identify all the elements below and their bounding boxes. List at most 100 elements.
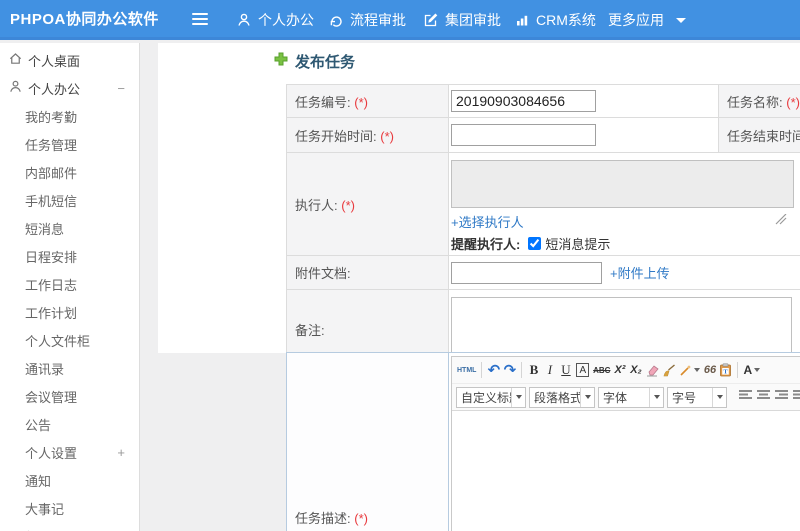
editor-toolbar-row2: 自定义标题 段落格式 字体 字号 [452,384,800,411]
custom-title-dropdown[interactable]: 自定义标题 [456,386,526,408]
editor-toolbar-row1: HTML ↶ ↷ B I U A ABC X² X₂ 66 T A [452,357,800,384]
sms-option-label: 短消息提示 [545,237,611,252]
nav-label: 流程审批 [350,12,406,28]
description-label: 任务描述: (*) [287,353,449,531]
nav-crm-system[interactable]: CRM系统 [514,0,596,40]
sidebar-item-contacts[interactable]: 通讯录 [0,354,139,382]
chevron-down-icon [712,387,726,407]
nav-label: CRM系统 [536,12,596,28]
nav-personal-office[interactable]: 个人办公 [236,0,314,40]
sidebar-item-personal-office[interactable]: 个人办公 − [0,74,139,102]
sidebar-item-news[interactable]: 新闻 [0,522,139,531]
text-style-button[interactable]: A [576,363,590,377]
bar-chart-icon [514,12,530,28]
attachment-label: 附件文档: [286,255,449,290]
autotypeset-wand-icon[interactable] [678,360,701,380]
edit-icon [423,12,439,28]
italic-button[interactable]: I [542,360,557,380]
expand-plus-icon[interactable]: + [117,445,125,460]
sidebar-item-file-cabinet[interactable]: 个人文件柜 [0,326,139,354]
superscript-button[interactable]: X² [612,360,627,380]
font-size-dropdown[interactable]: 字号 [667,386,727,408]
sidebar-menu: 个人桌面 个人办公 − 我的考勤 任务管理 内部邮件 手机短信 短消息 日程安排… [0,43,140,531]
nav-label: 个人办公 [258,12,314,28]
subscript-button[interactable]: X₂ [628,360,643,380]
nav-more-apps[interactable]: 更多应用 [608,0,686,40]
nav-label: 更多应用 [608,12,664,28]
home-icon [8,51,23,69]
font-color-button[interactable]: A [742,360,761,380]
executor-textarea[interactable] [451,160,794,208]
sidebar-item-meeting[interactable]: 会议管理 [0,382,139,410]
page-title: 发布任务 [295,54,356,71]
resize-grip-icon[interactable] [775,212,787,230]
description-section: 任务描述: (*) HTML ↶ ↷ B I U A ABC X² X₂ 66 … [286,352,800,531]
task-name-label: 任务名称: (*) [718,84,800,118]
paragraph-format-dropdown[interactable]: 段落格式 [529,386,595,408]
task-form-table: 任务编号: (*) 任务名称: (*) 任务开始时间: (*) 任务结束时间: … [286,84,800,369]
sidebar-item-schedule[interactable]: 日程安排 [0,242,139,270]
align-right-icon[interactable] [775,388,788,406]
sidebar-item-work-plan[interactable]: 工作计划 [0,298,139,326]
eraser-icon[interactable] [644,360,660,380]
nav-label: 集团审批 [445,12,501,28]
nav-workflow-approval[interactable]: 流程审批 [328,0,406,40]
sidebar-item-sms[interactable]: 手机短信 [0,186,139,214]
app-window: PHPOA协同办公软件 个人办公 流程审批 集团审批 CRM系统 更多应用 个人… [0,0,800,531]
workflow-icon [328,12,344,28]
align-justify-icon[interactable] [793,388,800,406]
sidebar-item-work-log[interactable]: 工作日志 [0,270,139,298]
underline-button[interactable]: U [558,360,573,380]
nav-group-approval[interactable]: 集团审批 [423,0,501,40]
align-left-icon[interactable] [739,388,752,406]
select-executor-link[interactable]: +选择执行人 [451,212,524,231]
sidebar-item-attendance[interactable]: 我的考勤 [0,102,139,130]
sms-remind-checkbox[interactable] [528,237,542,250]
task-no-label: 任务编号: (*) [286,84,449,118]
top-navbar: PHPOA协同办公软件 个人办公 流程审批 集团审批 CRM系统 更多应用 [0,0,800,40]
strikethrough-button[interactable]: ABC [592,360,611,380]
task-no-input[interactable] [451,90,596,112]
chevron-down-icon [511,387,525,407]
sidebar-item-events[interactable]: 大事记 [0,494,139,522]
end-time-label: 任务结束时间: (*) [718,117,800,153]
sidebar-item-personal-settings[interactable]: 个人设置 + [0,438,139,466]
user-icon [236,12,252,28]
format-brush-icon[interactable] [661,360,677,380]
font-family-dropdown[interactable]: 字体 [598,386,664,408]
undo-icon[interactable]: ↶ [486,360,501,380]
sidebar-item-internal-mail[interactable]: 内部邮件 [0,158,139,186]
editor-content-area[interactable] [452,411,800,531]
hamburger-menu-icon[interactable] [192,13,208,27]
alignment-buttons [739,388,800,406]
sidebar-item-short-message[interactable]: 短消息 [0,214,139,242]
user-icon [8,79,23,97]
align-center-icon[interactable] [757,388,770,406]
chevron-down-icon [676,17,686,23]
chevron-down-icon [580,387,594,407]
sidebar-item-desktop[interactable]: 个人桌面 [0,46,139,74]
page-header: 发布任务 [274,51,355,72]
attachment-input[interactable] [451,261,602,284]
blockquote-button[interactable]: 66 [702,360,717,380]
html-source-button[interactable]: HTML [456,360,477,380]
paste-text-icon[interactable]: T [718,360,733,380]
bold-button[interactable]: B [526,360,541,380]
sidebar-item-announcement[interactable]: 公告 [0,410,139,438]
remind-executor-label: 提醒执行人: [451,237,521,252]
start-time-input[interactable] [451,124,596,146]
chevron-down-icon [754,368,761,372]
executor-label: 执行人: (*) [286,152,449,256]
start-time-label: 任务开始时间: (*) [286,117,449,153]
chevron-down-icon [694,368,701,372]
sidebar-item-notice[interactable]: 通知 [0,466,139,494]
add-plus-icon [274,52,288,71]
attachment-upload-link[interactable]: +附件上传 [610,263,670,282]
sidebar-item-task-management[interactable]: 任务管理 [0,130,139,158]
app-logo: PHPOA协同办公软件 [10,11,159,28]
chevron-down-icon [649,387,663,407]
rich-text-editor: HTML ↶ ↷ B I U A ABC X² X₂ 66 T A 自定义标 段… [451,356,800,531]
collapse-minus-icon[interactable]: − [117,81,125,96]
svg-text:T: T [724,369,729,376]
redo-icon[interactable]: ↷ [502,360,517,380]
